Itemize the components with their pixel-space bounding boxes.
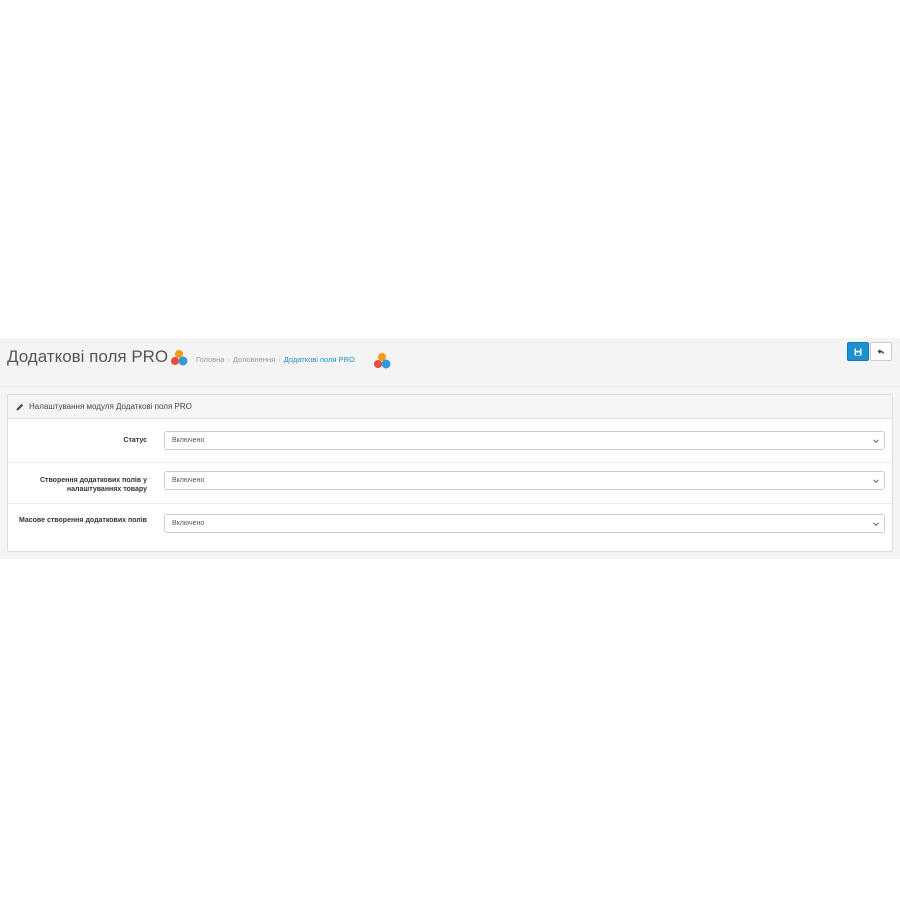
- settings-panel: Налаштування модуля Додаткові поля PRO С…: [7, 394, 893, 552]
- breadcrumb-extensions[interactable]: Доповнення: [233, 355, 275, 365]
- pencil-icon: [16, 403, 24, 410]
- mass-create-select-value: Включено: [172, 520, 205, 527]
- admin-content: Додаткові поля PRO Головна › Доповнення …: [0, 338, 900, 559]
- mass-create-label: Масове створення додаткових полів: [18, 517, 147, 524]
- breadcrumb-separator: ›: [278, 355, 281, 364]
- status-select[interactable]: Включено: [164, 431, 885, 450]
- page-title: Додаткові поля PRO: [7, 347, 169, 366]
- breadcrumb: Головна › Доповнення › Додаткові поля PR…: [196, 355, 355, 365]
- chevron-down-icon: [873, 479, 879, 484]
- form-row-status: Статус Включено: [8, 419, 892, 463]
- status-label: Статус: [123, 437, 147, 444]
- breadcrumb-separator: ›: [227, 355, 231, 364]
- save-icon: [854, 348, 862, 355]
- product-fields-select-value: Включено: [172, 477, 205, 484]
- breadcrumb-home[interactable]: Головна: [196, 355, 225, 365]
- product-fields-label: Створення додаткових полів у налаштуванн…: [39, 477, 147, 493]
- back-button[interactable]: [870, 342, 892, 361]
- mass-create-select[interactable]: Включено: [164, 514, 885, 533]
- status-select-value: Включено: [172, 437, 205, 444]
- page-header: Додаткові поля PRO Головна › Доповнення …: [0, 338, 900, 387]
- reply-icon: [877, 348, 885, 355]
- chevron-down-icon: [873, 522, 879, 527]
- panel-title: Налаштування модуля Додаткові поля PRO: [29, 402, 192, 411]
- form-row-mass-create: Масове створення додаткових полів Включе…: [8, 504, 892, 551]
- module-logo-icon: [374, 353, 391, 369]
- product-fields-select[interactable]: Включено: [164, 471, 885, 490]
- save-button[interactable]: [847, 342, 869, 361]
- form-row-product-fields: Створення додаткових полів у налаштуванн…: [8, 463, 892, 504]
- header-actions: [847, 342, 892, 361]
- chevron-down-icon: [873, 439, 879, 444]
- breadcrumb-current[interactable]: Додаткові поля PRO: [284, 355, 355, 365]
- panel-heading: Налаштування модуля Додаткові поля PRO: [8, 395, 892, 419]
- module-logo-icon: [171, 350, 188, 366]
